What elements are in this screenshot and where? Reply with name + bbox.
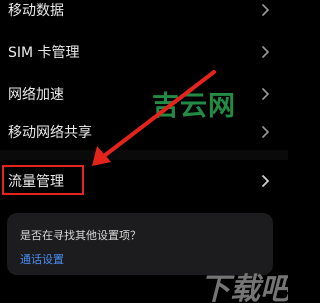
watermark-jiyun: 吉云网	[152, 91, 236, 122]
highlight-box	[2, 165, 84, 195]
settings-item-network-acceleration[interactable]: 网络加速	[0, 76, 288, 112]
chevron-right-icon	[261, 45, 270, 59]
settings-item-label: 网络加速	[8, 87, 64, 103]
chevron-right-icon	[261, 125, 270, 139]
chevron-right-icon	[261, 174, 270, 188]
settings-item-label: 移动网络共享	[8, 125, 92, 141]
watermark-xiazaiba-text: 下载吧	[200, 272, 288, 303]
settings-item-sim-management[interactable]: SIM 卡管理	[0, 34, 288, 70]
call-settings-link[interactable]: 通话设置	[20, 251, 64, 267]
suggestion-card: 是否在寻找其他设置项？ 通话设置	[7, 213, 273, 275]
suggestion-question: 是否在寻找其他设置项？	[20, 229, 141, 242]
settings-item-label: SIM 卡管理	[8, 45, 80, 61]
chevron-right-icon	[261, 87, 270, 101]
settings-item-hotspot-sharing[interactable]: 移动网络共享	[0, 114, 288, 150]
settings-item-label: 移动数据	[8, 3, 64, 19]
section-divider	[0, 150, 288, 160]
settings-item-mobile-data[interactable]: 移动数据	[0, 0, 288, 28]
chevron-right-icon	[261, 3, 270, 17]
